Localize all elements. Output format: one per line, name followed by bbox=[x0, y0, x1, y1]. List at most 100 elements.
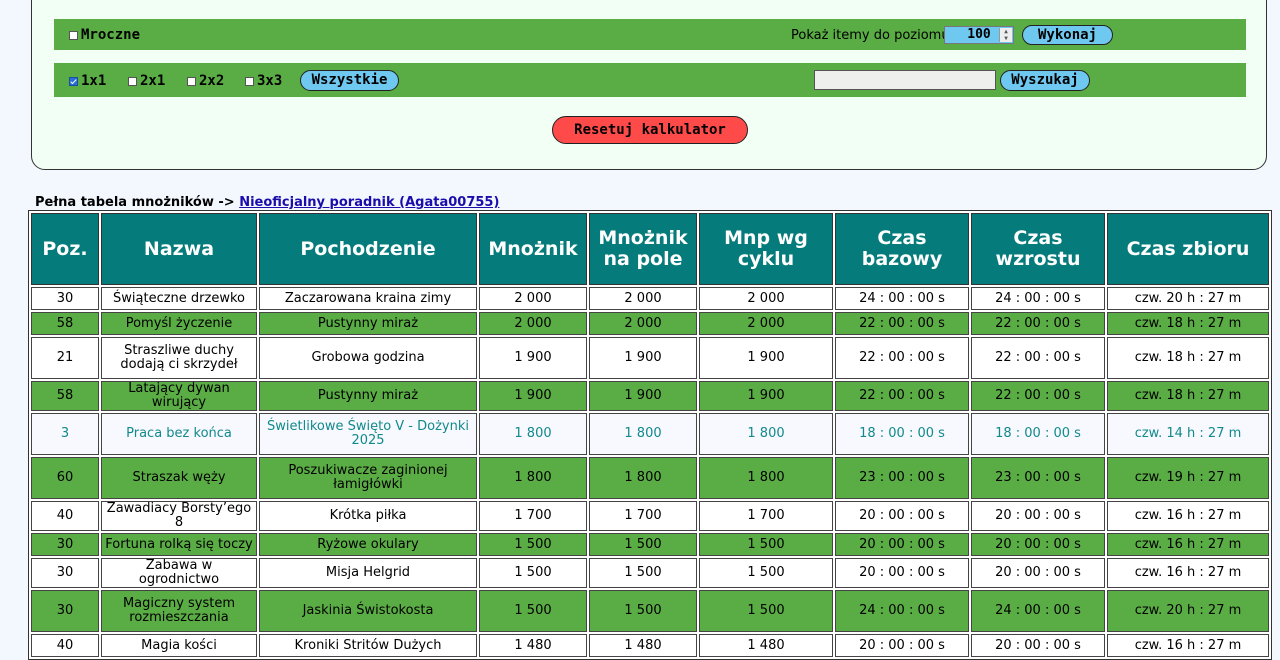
cell-origin: Kroniki Stritów Dużych bbox=[259, 634, 477, 657]
header-harvest-time[interactable]: Czas zbioru bbox=[1107, 213, 1269, 285]
header-multiplier-per-cycle[interactable]: Mnp wg cyklu bbox=[699, 213, 833, 285]
header-multiplier-per-field[interactable]: Mnożnik na pole bbox=[589, 213, 697, 285]
cell-name: Straszak węży bbox=[101, 457, 257, 499]
cell-harvest-time: czw. 16 h : 27 m bbox=[1107, 533, 1269, 556]
cell-name: Straszliwe duchy dodają ci skrzydeł bbox=[101, 337, 257, 379]
cell-multiplier-per-cycle: 1 500 bbox=[699, 590, 833, 632]
cell-harvest-time: czw. 14 h : 27 m bbox=[1107, 413, 1269, 455]
cell-harvest-time: czw. 18 h : 27 m bbox=[1107, 337, 1269, 379]
cell-multiplier-per-field: 1 800 bbox=[589, 457, 697, 499]
size-2x2-checkbox[interactable] bbox=[187, 77, 196, 86]
cell-origin: Świetlikowe Święto V - Dożynki 2025 bbox=[259, 413, 477, 455]
cell-multiplier-per-cycle: 1 500 bbox=[699, 558, 833, 588]
cell-multiplier-per-field: 1 900 bbox=[589, 337, 697, 379]
cell-multiplier: 1 480 bbox=[479, 634, 587, 657]
cell-base-time: 22 : 00 : 00 s bbox=[835, 312, 969, 335]
cell-harvest-time: czw. 16 h : 27 m bbox=[1107, 634, 1269, 657]
all-button[interactable]: Wszystkie bbox=[300, 70, 399, 91]
cell-origin: Grobowa godzina bbox=[259, 337, 477, 379]
cell-base-time: 20 : 00 : 00 s bbox=[835, 558, 969, 588]
table-row: 3 Praca bez końca Świetlikowe Święto V - D… bbox=[31, 413, 1269, 455]
cell-multiplier-per-cycle: 1 900 bbox=[699, 337, 833, 379]
search-input[interactable] bbox=[814, 70, 996, 90]
size-2x1-checkbox[interactable] bbox=[128, 77, 137, 86]
cell-multiplier-per-cycle: 1 800 bbox=[699, 413, 833, 455]
cell-multiplier-per-cycle: 1 700 bbox=[699, 501, 833, 531]
cell-name: Pomyśl życzenie bbox=[101, 312, 257, 335]
cell-multiplier-per-cycle: 1 500 bbox=[699, 533, 833, 556]
cell-harvest-time: czw. 16 h : 27 m bbox=[1107, 501, 1269, 531]
cell-multiplier-per-field: 1 700 bbox=[589, 501, 697, 531]
cell-position: 30 bbox=[31, 590, 99, 632]
table-row: 58 Pomyśl życzenie Pustynny miraż 2 000 2 00… bbox=[31, 312, 1269, 335]
size-3x3-checkbox[interactable] bbox=[245, 77, 254, 86]
cell-multiplier-per-field: 1 480 bbox=[589, 634, 697, 657]
cell-name: Magia kości bbox=[101, 634, 257, 657]
cell-multiplier-per-field: 2 000 bbox=[589, 287, 697, 310]
cell-multiplier: 1 700 bbox=[479, 501, 587, 531]
header-base-time[interactable]: Czas bazowy bbox=[835, 213, 969, 285]
cell-position: 60 bbox=[31, 457, 99, 499]
size-2x1-label: 2x1 bbox=[140, 73, 166, 89]
cell-multiplier: 1 500 bbox=[479, 533, 587, 556]
header-name[interactable]: Nazwa bbox=[101, 213, 257, 285]
table-row: 30 Magiczny system rozmieszczania Jaskinia… bbox=[31, 590, 1269, 632]
cell-origin: Ryżowe okulary bbox=[259, 533, 477, 556]
table-row: 40 Magia kości Kroniki Stritów Dużych 1 480… bbox=[31, 634, 1269, 657]
size-1x1-checkbox[interactable] bbox=[69, 77, 78, 86]
cell-multiplier-per-field: 1 800 bbox=[589, 413, 697, 455]
search-button[interactable]: Wyszukaj bbox=[1000, 70, 1090, 91]
header-multiplier[interactable]: Mnożnik bbox=[479, 213, 587, 285]
cell-base-time: 20 : 00 : 00 s bbox=[835, 533, 969, 556]
table-row: 60 Straszak węży Poszukiwacze zaginionej ł… bbox=[31, 457, 1269, 499]
cell-name: Zawadiacy Borsty’ego 8 bbox=[101, 501, 257, 531]
spinner-icon[interactable]: ▲ ▼ bbox=[999, 28, 1012, 42]
level-input[interactable]: 100 ▲ ▼ bbox=[944, 26, 1014, 44]
cell-base-time: 20 : 00 : 00 s bbox=[835, 634, 969, 657]
table-row: 30 Fortuna rolką się toczy Ryżowe okulary 1… bbox=[31, 533, 1269, 556]
dark-checkbox[interactable] bbox=[69, 31, 78, 40]
cell-position: 40 bbox=[31, 501, 99, 531]
header-growth-time[interactable]: Czas wzrostu bbox=[971, 213, 1105, 285]
cell-base-time: 18 : 00 : 00 s bbox=[835, 413, 969, 455]
show-level-label: Pokaż itemy do poziomu: bbox=[791, 28, 954, 43]
cell-base-time: 20 : 00 : 00 s bbox=[835, 501, 969, 531]
cell-origin: Krótka piłka bbox=[259, 501, 477, 531]
cell-harvest-time: czw. 19 h : 27 m bbox=[1107, 457, 1269, 499]
cell-multiplier: 1 800 bbox=[479, 413, 587, 455]
cell-multiplier: 1 900 bbox=[479, 337, 587, 379]
cell-multiplier: 1 500 bbox=[479, 558, 587, 588]
cell-harvest-time: czw. 20 h : 27 m bbox=[1107, 287, 1269, 310]
header-origin[interactable]: Pochodzenie bbox=[259, 213, 477, 285]
header-position[interactable]: Poz. bbox=[31, 213, 99, 285]
table-row: 30 Zabawa w ogrodnictwo Misja Helgrid 1 500… bbox=[31, 558, 1269, 588]
guide-link[interactable]: Nieoficjalny poradnik (Agata00755) bbox=[239, 195, 499, 210]
cell-multiplier-per-field: 1 500 bbox=[589, 590, 697, 632]
table-header-row: Poz. Nazwa Pochodzenie Mnożnik Mnożnik n… bbox=[31, 213, 1269, 285]
cell-growth-time: 20 : 00 : 00 s bbox=[971, 558, 1105, 588]
reset-button[interactable]: Resetuj kalkulator bbox=[552, 116, 748, 144]
cell-growth-time: 24 : 00 : 00 s bbox=[971, 287, 1105, 310]
cell-multiplier-per-cycle: 1 900 bbox=[699, 381, 833, 411]
cell-growth-time: 22 : 00 : 00 s bbox=[971, 381, 1105, 411]
table-row: 30 Świąteczne drzewko Zaczarowana kraina z… bbox=[31, 287, 1269, 310]
cell-harvest-time: czw. 20 h : 27 m bbox=[1107, 590, 1269, 632]
cell-name: Fortuna rolką się toczy bbox=[101, 533, 257, 556]
table-row: 58 Latający dywan wirujący Pustynny miraż 1… bbox=[31, 381, 1269, 411]
cell-origin: Poszukiwacze zaginionej łamigłówki bbox=[259, 457, 477, 499]
multiplier-table: Poz. Nazwa Pochodzenie Mnożnik Mnożnik n… bbox=[28, 210, 1272, 660]
cell-harvest-time: czw. 16 h : 27 m bbox=[1107, 558, 1269, 588]
cell-base-time: 22 : 00 : 00 s bbox=[835, 381, 969, 411]
cell-base-time: 24 : 00 : 00 s bbox=[835, 287, 969, 310]
cell-base-time: 23 : 00 : 00 s bbox=[835, 457, 969, 499]
cell-origin: Zaczarowana kraina zimy bbox=[259, 287, 477, 310]
execute-button[interactable]: Wykonaj bbox=[1022, 25, 1113, 45]
cell-multiplier-per-cycle: 1 800 bbox=[699, 457, 833, 499]
cell-multiplier: 1 800 bbox=[479, 457, 587, 499]
cell-origin: Misja Helgrid bbox=[259, 558, 477, 588]
cell-multiplier-per-field: 2 000 bbox=[589, 312, 697, 335]
cell-position: 30 bbox=[31, 533, 99, 556]
table-body: 30 Świąteczne drzewko Zaczarowana kraina z… bbox=[31, 287, 1269, 657]
cell-growth-time: 18 : 00 : 00 s bbox=[971, 413, 1105, 455]
cell-origin: Pustynny miraż bbox=[259, 312, 477, 335]
